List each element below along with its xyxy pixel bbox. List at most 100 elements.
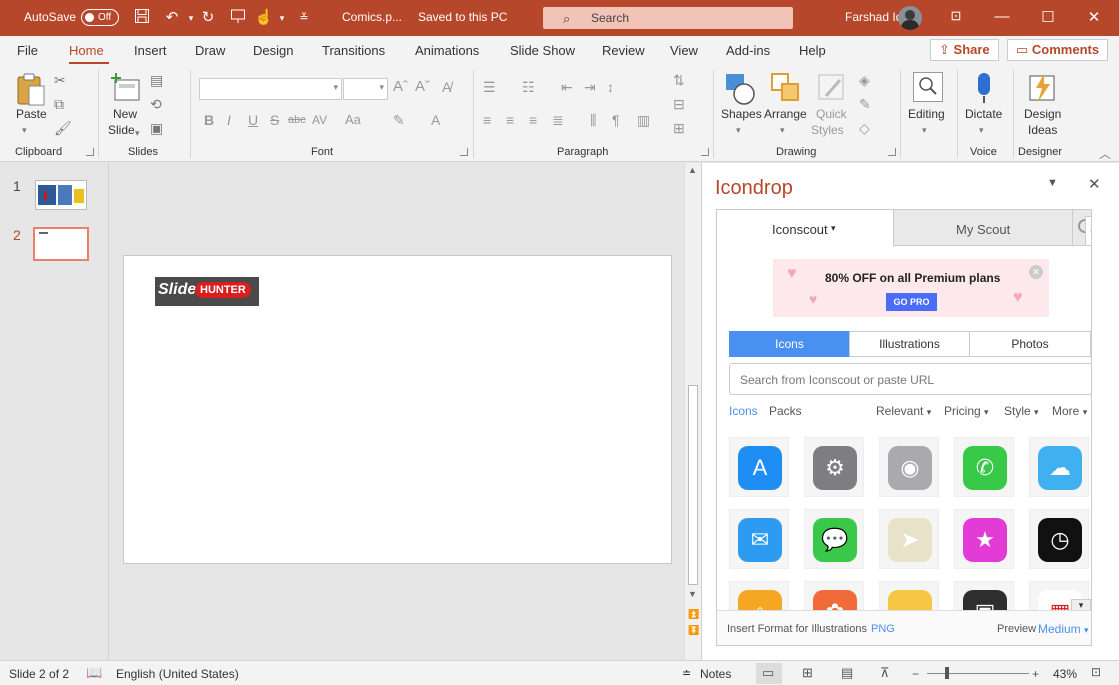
dictate-dropdown-icon[interactable]: ▾ bbox=[979, 122, 984, 138]
notes-icon[interactable]: ≐ bbox=[682, 667, 691, 680]
shape-outline-icon[interactable]: ✎ bbox=[859, 96, 871, 112]
tab-animations[interactable]: Animations bbox=[415, 43, 479, 58]
notes-button[interactable]: Notes bbox=[700, 667, 731, 681]
redo-icon[interactable]: ↻ bbox=[198, 8, 218, 28]
search-box[interactable]: ⌕ Search bbox=[543, 7, 793, 29]
quick-styles-icon[interactable] bbox=[816, 72, 848, 104]
normal-view-button[interactable]: ▭ bbox=[756, 663, 782, 684]
format-painter-icon[interactable]: 🖌 bbox=[54, 120, 72, 136]
tab-iconscout[interactable]: Iconscout ▾ bbox=[717, 210, 894, 246]
align-right-icon[interactable]: ≡ bbox=[529, 112, 537, 128]
decrease-font-icon[interactable]: Aˇ bbox=[415, 79, 430, 95]
reset-icon[interactable]: ⟲ bbox=[150, 96, 162, 112]
icon-result-card[interactable]: ▬ bbox=[879, 581, 939, 610]
maximize-icon[interactable]: ☐ bbox=[1033, 8, 1063, 26]
customize-toolbar-icon[interactable]: ≚ bbox=[294, 8, 314, 28]
avatar[interactable] bbox=[898, 6, 922, 30]
shapes-dropdown-icon[interactable]: ▾ bbox=[736, 122, 741, 138]
shapes-icon[interactable] bbox=[724, 72, 758, 106]
next-slide-icon[interactable]: ⏬ bbox=[688, 625, 699, 636]
collapse-ribbon-icon[interactable]: ︿ bbox=[1099, 146, 1111, 162]
text-direction-icon[interactable]: ⇅ bbox=[673, 72, 685, 88]
strikethrough-icon[interactable]: abc bbox=[288, 112, 306, 128]
change-case-icon[interactable]: Aa bbox=[345, 112, 361, 128]
drawing-launcher-icon[interactable] bbox=[888, 148, 896, 156]
icon-result-card[interactable]: ✆ bbox=[954, 437, 1014, 497]
character-spacing-icon[interactable]: AV bbox=[312, 112, 327, 128]
slideshow-icon[interactable]: ⊼ bbox=[880, 665, 890, 681]
autosave-toggle[interactable]: Off bbox=[81, 9, 119, 26]
cut-icon[interactable]: ✂ bbox=[54, 72, 66, 88]
arrange-icon[interactable] bbox=[770, 72, 802, 104]
icon-result-card[interactable]: ✉ bbox=[729, 509, 789, 569]
text-direction-rtl-icon[interactable]: ¶ bbox=[612, 112, 620, 128]
spell-check-icon[interactable]: 📖 bbox=[86, 665, 102, 681]
icon-result-card[interactable]: ⚙ bbox=[804, 437, 864, 497]
layout-icon[interactable]: ▤ bbox=[150, 72, 163, 88]
touch-dropdown-icon[interactable]: ▾ bbox=[272, 8, 292, 28]
tab-design[interactable]: Design bbox=[253, 43, 293, 58]
icon-result-card[interactable]: ▣ bbox=[954, 581, 1014, 610]
microphone-icon[interactable] bbox=[974, 72, 994, 106]
slide-thumbnail-2[interactable] bbox=[33, 227, 89, 261]
tab-slide-show[interactable]: Slide Show bbox=[510, 43, 575, 58]
zoom-slider-thumb[interactable] bbox=[945, 667, 949, 679]
icon-result-card[interactable]: ◷ bbox=[1029, 509, 1089, 569]
font-color-icon[interactable]: A bbox=[431, 112, 440, 128]
design-ideas-label-2[interactable]: Ideas bbox=[1028, 123, 1057, 137]
icon-result-card[interactable]: ☁ bbox=[1029, 437, 1089, 497]
copy-icon[interactable]: ⧉ bbox=[54, 96, 64, 112]
clipboard-launcher-icon[interactable] bbox=[86, 148, 94, 156]
font-family-select[interactable]: ▾ bbox=[199, 78, 342, 100]
quick-styles-label[interactable]: Quick bbox=[816, 107, 847, 121]
align-center-icon[interactable]: ≡ bbox=[506, 112, 514, 128]
tab-transitions[interactable]: Transitions bbox=[322, 43, 385, 58]
scroll-down-icon[interactable]: ▼ bbox=[688, 589, 697, 599]
icon-result-card[interactable]: ⌂ bbox=[729, 581, 789, 610]
new-slide-label-2[interactable]: Slide bbox=[108, 123, 135, 137]
new-slide-icon[interactable] bbox=[110, 72, 142, 104]
shape-fill-icon[interactable]: ◈ bbox=[859, 72, 870, 88]
highlight-icon[interactable]: ✎ bbox=[393, 112, 405, 128]
new-slide-dropdown-icon[interactable]: ▾ bbox=[135, 125, 140, 141]
shape-effects-icon[interactable]: ◇ bbox=[859, 120, 870, 136]
slide-sorter-icon[interactable]: ⊞ bbox=[802, 665, 813, 681]
align-text-icon[interactable]: ⊟ bbox=[673, 96, 685, 112]
tab-view[interactable]: View bbox=[670, 43, 698, 58]
promo-banner[interactable]: ♥ ♥ ♥ 80% OFF on all Premium plans GO PR… bbox=[773, 259, 1049, 317]
subtab-packs[interactable]: Packs bbox=[769, 404, 802, 418]
sort-pricing[interactable]: Pricing ▾ bbox=[944, 404, 989, 418]
zoom-slider[interactable] bbox=[927, 673, 1029, 674]
icon-result-card[interactable]: ➤ bbox=[879, 509, 939, 569]
find-icon[interactable] bbox=[913, 72, 943, 102]
tab-home[interactable]: Home bbox=[69, 43, 104, 58]
design-ideas-icon[interactable] bbox=[1026, 72, 1058, 104]
zoom-level[interactable]: 43% bbox=[1053, 667, 1077, 681]
paste-label[interactable]: Paste bbox=[16, 107, 47, 121]
filter-photos[interactable]: Photos bbox=[969, 331, 1091, 357]
promo-close-icon[interactable]: ✕ bbox=[1029, 265, 1043, 279]
underline-icon[interactable]: U bbox=[248, 112, 258, 128]
design-ideas-label[interactable]: Design bbox=[1024, 107, 1061, 121]
paste-dropdown-icon[interactable]: ▾ bbox=[22, 122, 27, 138]
scroll-up-icon[interactable]: ▲ bbox=[688, 165, 697, 175]
dictate-label[interactable]: Dictate bbox=[965, 107, 1002, 121]
zoom-out-icon[interactable]: − bbox=[912, 667, 919, 681]
comments-button[interactable]: ▭ Comments bbox=[1007, 39, 1109, 61]
tab-review[interactable]: Review bbox=[602, 43, 645, 58]
italic-icon[interactable]: I bbox=[227, 112, 231, 128]
slide-thumbnail-1[interactable] bbox=[35, 180, 87, 210]
sort-more[interactable]: More ▾ bbox=[1052, 404, 1087, 418]
subtab-icons[interactable]: Icons bbox=[729, 404, 758, 418]
align-left-icon[interactable]: ≡ bbox=[483, 112, 491, 128]
tab-help[interactable]: Help bbox=[799, 43, 826, 58]
section-icon[interactable]: ▣ bbox=[150, 120, 163, 136]
minimize-icon[interactable]: — bbox=[987, 8, 1017, 25]
text-columns-icon[interactable]: ▥ bbox=[637, 112, 650, 128]
tab-insert[interactable]: Insert bbox=[134, 43, 167, 58]
pane-close-icon[interactable]: ✕ bbox=[1088, 175, 1101, 193]
go-pro-button[interactable]: GO PRO bbox=[886, 293, 937, 311]
sort-style[interactable]: Style ▾ bbox=[1004, 404, 1039, 418]
insert-format-value[interactable]: PNG bbox=[871, 623, 895, 635]
scroll-tabs-left-icon[interactable]: ‹ bbox=[1085, 216, 1091, 246]
